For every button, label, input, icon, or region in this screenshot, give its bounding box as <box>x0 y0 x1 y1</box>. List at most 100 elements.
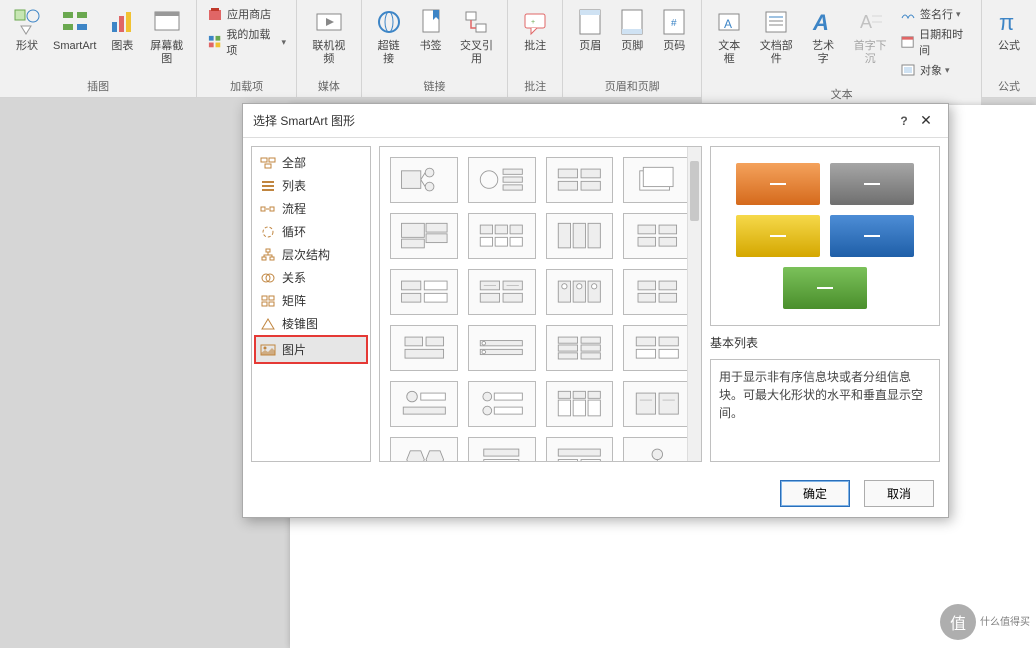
header-button[interactable]: 页眉 <box>569 4 611 55</box>
category-cycle[interactable]: 循环 <box>252 220 370 243</box>
ribbon: 形状 SmartArt 图表 屏幕截图 插图 应用商店 我的加载项▾ 加载项 联… <box>0 0 1036 98</box>
smartart-button[interactable]: SmartArt <box>48 4 101 55</box>
dialog-titlebar: 选择 SmartArt 图形 ? ✕ <box>243 104 948 137</box>
gallery-thumb[interactable] <box>546 325 614 371</box>
ribbon-group-label: 公式 <box>982 76 1036 97</box>
ribbon-group-comments: +批注 批注 <box>508 0 563 97</box>
category-hierarchy[interactable]: 层次结构 <box>252 243 370 266</box>
cancel-button[interactable]: 取消 <box>864 480 934 507</box>
ribbon-group-label: 批注 <box>508 76 562 97</box>
gallery-thumb[interactable] <box>390 157 458 203</box>
smartart-gallery <box>379 146 702 462</box>
preview-tile <box>736 163 820 205</box>
category-list-item[interactable]: 列表 <box>252 174 370 197</box>
ribbon-group-label: 插图 <box>0 76 196 97</box>
preview-tile <box>783 267 867 309</box>
svg-text:#: # <box>671 18 677 29</box>
gallery-thumb[interactable] <box>623 325 691 371</box>
gallery-thumb[interactable] <box>546 269 614 315</box>
ribbon-group-label: 加载项 <box>197 76 296 97</box>
gallery-thumb[interactable] <box>468 269 536 315</box>
datetime-button[interactable]: 日期和时间 <box>896 24 975 60</box>
shapes-button[interactable]: 形状 <box>6 4 48 55</box>
ribbon-group-media: 联机视频 媒体 <box>297 0 362 97</box>
crossref-button[interactable]: 交叉引用 <box>452 4 502 68</box>
svg-text:A: A <box>812 10 829 35</box>
ribbon-group-label: 媒体 <box>297 76 361 97</box>
object-button[interactable]: 对象▾ <box>896 60 975 80</box>
gallery-thumb[interactable] <box>468 157 536 203</box>
ribbon-group-addins: 应用商店 我的加载项▾ 加载项 <box>197 0 297 97</box>
dialog-help-button[interactable]: ? <box>894 114 914 128</box>
smartart-dialog: 选择 SmartArt 图形 ? ✕ 全部 列表 流程 循环 层次结构 关系 矩… <box>242 103 949 518</box>
svg-text:π: π <box>999 10 1014 35</box>
ribbon-group-label: 文本 <box>702 84 981 105</box>
ribbon-group-headerfooter: 页眉 页脚 #页码 页眉和页脚 <box>563 0 702 97</box>
category-all[interactable]: 全部 <box>252 151 370 174</box>
gallery-thumb[interactable] <box>468 437 536 462</box>
quickparts-button[interactable]: 文档部件 <box>750 4 802 68</box>
gallery-thumb[interactable] <box>390 213 458 259</box>
pagenum-button[interactable]: #页码 <box>653 4 695 55</box>
gallery-thumb[interactable] <box>546 213 614 259</box>
ribbon-group-links: 超链接 书签 交叉引用 链接 <box>362 0 509 97</box>
my-addins-button[interactable]: 我的加载项▾ <box>203 24 290 60</box>
store-button[interactable]: 应用商店 <box>203 4 290 24</box>
watermark-text: 什么值得买 <box>980 617 1030 628</box>
dialog-title-text: 选择 SmartArt 图形 <box>253 112 894 129</box>
ok-button[interactable]: 确定 <box>780 480 850 507</box>
svg-text:A: A <box>860 12 872 32</box>
gallery-thumb[interactable] <box>623 269 691 315</box>
online-video-button[interactable]: 联机视频 <box>303 4 355 68</box>
gallery-thumb[interactable] <box>546 157 614 203</box>
category-pyramid[interactable]: 棱锥图 <box>252 312 370 335</box>
gallery-thumb[interactable] <box>468 213 536 259</box>
gallery-scrollbar[interactable] <box>687 147 701 461</box>
gallery-thumb[interactable] <box>468 325 536 371</box>
category-matrix[interactable]: 矩阵 <box>252 289 370 312</box>
ribbon-group-illustrations: 形状 SmartArt 图表 屏幕截图 插图 <box>0 0 197 97</box>
gallery-thumb[interactable] <box>623 381 691 427</box>
textbox-button[interactable]: A文本框 <box>708 4 750 68</box>
dropcap-button[interactable]: A首字下沉 <box>844 4 896 68</box>
watermark: 值 什么值得买 <box>940 602 1030 642</box>
bookmark-button[interactable]: 书签 <box>410 4 452 55</box>
svg-text:+: + <box>531 19 535 26</box>
chart-button[interactable]: 图表 <box>101 4 143 55</box>
preview-description: 用于显示非有序信息块或者分组信息块。可最大化形状的水平和垂直显示空间。 <box>710 359 940 462</box>
wordart-button[interactable]: A艺术字 <box>802 4 844 68</box>
ribbon-group-label: 链接 <box>362 76 508 97</box>
preview-box <box>710 146 940 326</box>
dialog-close-button[interactable]: ✕ <box>914 112 938 129</box>
signature-button[interactable]: 签名行▾ <box>896 4 975 24</box>
category-picture[interactable]: 图片 <box>254 335 368 364</box>
ribbon-group-label: 页眉和页脚 <box>563 76 701 97</box>
gallery-thumb[interactable] <box>623 157 691 203</box>
footer-button[interactable]: 页脚 <box>611 4 653 55</box>
gallery-thumb[interactable] <box>390 325 458 371</box>
gallery-thumb[interactable] <box>390 381 458 427</box>
watermark-icon: 值 <box>940 604 976 640</box>
dialog-footer: 确定 取消 <box>243 470 948 517</box>
preview-tile <box>830 163 914 205</box>
gallery-thumb[interactable] <box>546 381 614 427</box>
gallery-thumb[interactable] <box>623 437 691 462</box>
preview-pane: 基本列表 用于显示非有序信息块或者分组信息块。可最大化形状的水平和垂直显示空间。 <box>710 146 940 462</box>
category-list: 全部 列表 流程 循环 层次结构 关系 矩阵 棱锥图 图片 <box>251 146 371 462</box>
gallery-thumb[interactable] <box>390 269 458 315</box>
comment-button[interactable]: +批注 <box>514 4 556 55</box>
gallery-thumb[interactable] <box>468 381 536 427</box>
category-process[interactable]: 流程 <box>252 197 370 220</box>
gallery-thumb[interactable] <box>546 437 614 462</box>
svg-text:A: A <box>724 17 732 31</box>
gallery-thumb[interactable] <box>623 213 691 259</box>
category-relationship[interactable]: 关系 <box>252 266 370 289</box>
ribbon-group-equation: π公式 公式 <box>982 0 1036 97</box>
screenshot-button[interactable]: 屏幕截图 <box>143 4 190 68</box>
hyperlink-button[interactable]: 超链接 <box>368 4 410 68</box>
gallery-thumb[interactable] <box>390 437 458 462</box>
preview-tile <box>830 215 914 257</box>
ribbon-group-text: A文本框 文档部件 A艺术字 A首字下沉 签名行▾ 日期和时间 对象▾ 文本 <box>702 0 982 97</box>
preview-title: 基本列表 <box>710 332 940 353</box>
equation-button[interactable]: π公式 <box>988 4 1030 55</box>
